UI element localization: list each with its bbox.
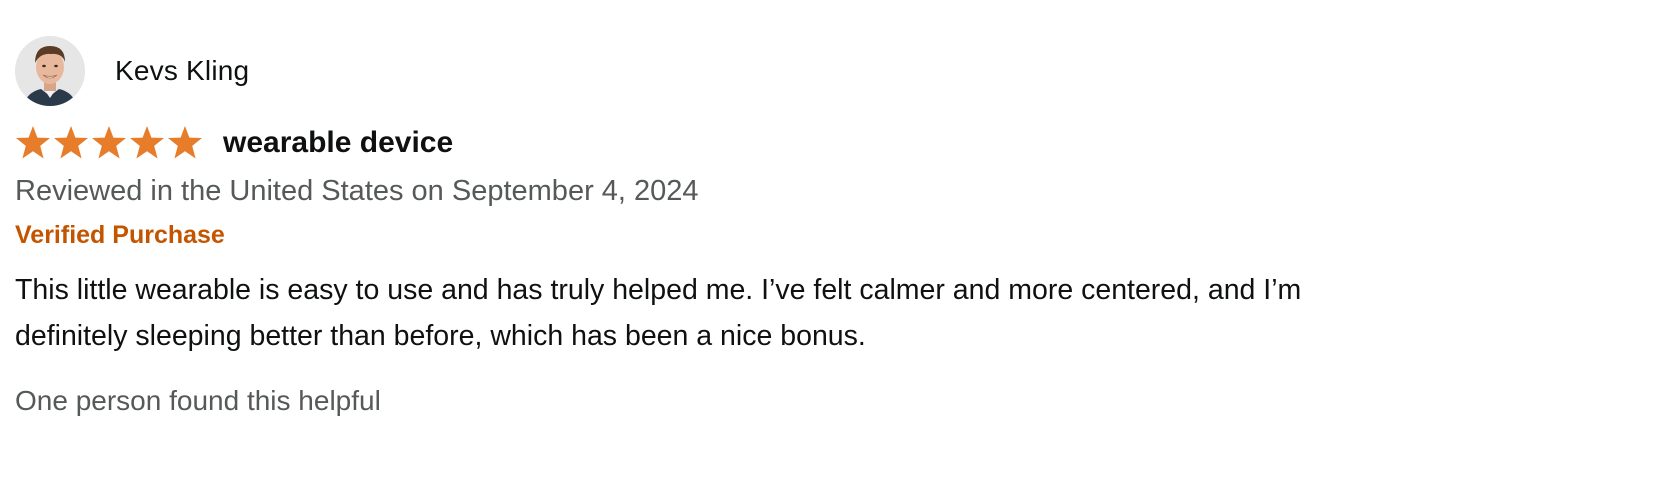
- reviewer-name[interactable]: Kevs Kling: [115, 55, 249, 87]
- review-body: This little wearable is easy to use and …: [15, 267, 1625, 359]
- review-card: Kevs Kling wearable device Reviewed in t…: [15, 36, 1635, 421]
- star-icon: [54, 126, 88, 159]
- avatar-image: [15, 36, 85, 106]
- review-body-line: definitely sleeping better than before, …: [15, 320, 866, 352]
- verified-purchase-badge[interactable]: Verified Purchase: [15, 217, 1635, 253]
- rating-row: wearable device: [15, 121, 1635, 165]
- review-title[interactable]: wearable device: [223, 126, 453, 160]
- review-date: Reviewed in the United States on Septemb…: [15, 175, 699, 207]
- star-icon: [16, 126, 50, 159]
- reviewer-profile[interactable]: Kevs Kling: [15, 36, 1635, 106]
- review-body-line: This little wearable is easy to use and …: [15, 274, 1302, 306]
- star-icon: [92, 126, 126, 159]
- star-rating[interactable]: [15, 125, 203, 161]
- star-icon: [130, 126, 164, 159]
- avatar[interactable]: [15, 36, 85, 106]
- helpful-count: One person found this helpful: [15, 385, 381, 416]
- star-icon: [168, 126, 202, 159]
